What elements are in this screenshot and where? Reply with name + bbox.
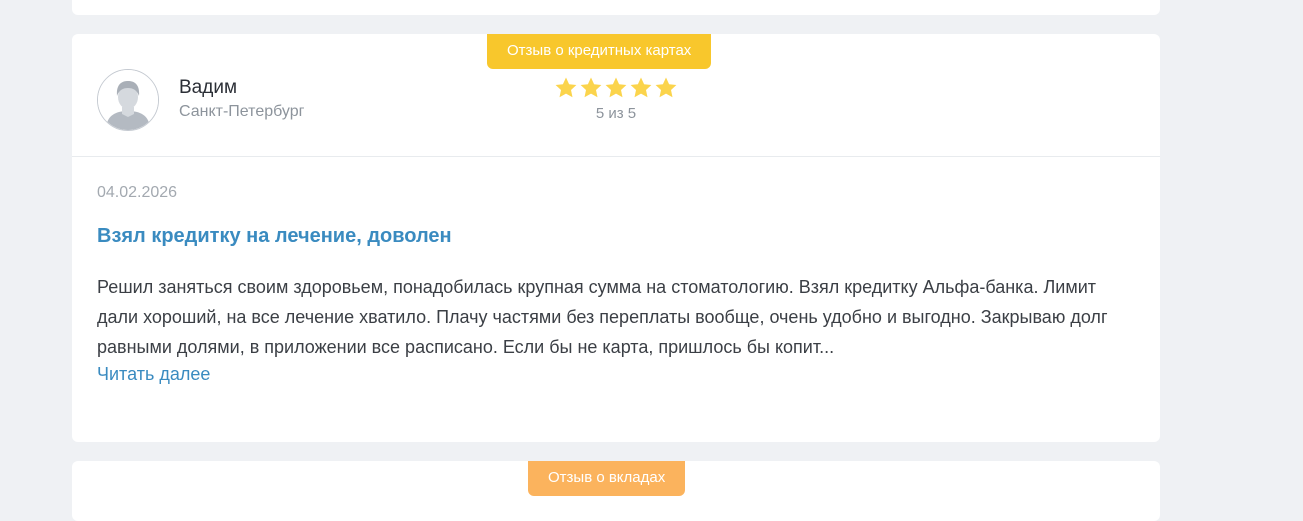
next-review-category-tag[interactable]: Отзыв о вкладах xyxy=(528,461,686,496)
review-title[interactable]: Взял кредитку на лечение, доволен xyxy=(97,225,452,248)
star-icon xyxy=(605,77,627,98)
star-icon xyxy=(555,77,577,98)
star-icon xyxy=(580,77,602,98)
review-date: 04.02.2026 xyxy=(97,184,178,201)
user-avatar-icon xyxy=(97,69,159,131)
rating-text: 5 из 5 xyxy=(595,105,637,122)
author-name: Вадим xyxy=(179,77,238,98)
star-icon xyxy=(655,77,677,98)
rating-stars xyxy=(554,76,678,102)
previous-review-card xyxy=(72,0,1160,15)
next-review-card: Отзыв о вкладах xyxy=(72,461,1160,521)
author-city: Санкт-Петербург xyxy=(179,103,305,120)
review-card: Отзыв о кредитных картах Вадим Санкт-Пет… xyxy=(72,34,1160,442)
read-more-link[interactable]: Читать далее xyxy=(97,364,210,385)
review-body: Решил заняться своим здоровьем, понадоби… xyxy=(97,277,1108,357)
review-header: Вадим Санкт-Петербург 5 из 5 xyxy=(72,34,1160,157)
star-icon xyxy=(630,77,652,98)
